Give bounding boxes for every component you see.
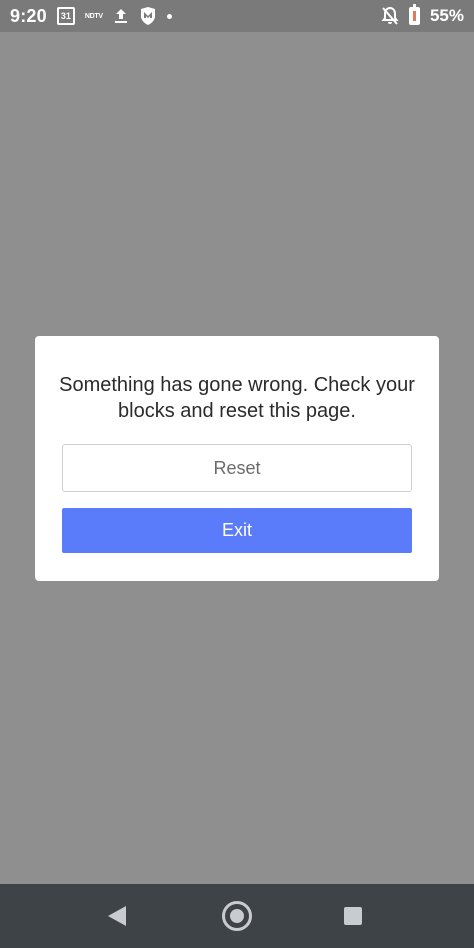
dialog-message: Something has gone wrong. Check your blo…: [59, 374, 415, 422]
upload-icon: [114, 9, 127, 23]
back-icon[interactable]: [108, 906, 126, 926]
error-dialog: Something has gone wrong. Check your blo…: [35, 336, 439, 581]
shield-icon: [140, 7, 155, 25]
status-left: 9:20 31 NDTV: [10, 6, 172, 27]
navigation-bar: [0, 884, 474, 948]
notifications-off-icon: [381, 6, 399, 25]
reset-button[interactable]: Reset: [62, 444, 412, 492]
exit-button[interactable]: Exit: [62, 508, 412, 553]
calendar-icon: 31: [56, 7, 75, 25]
status-right: 55%: [381, 4, 464, 26]
recent-apps-icon[interactable]: [344, 907, 362, 925]
battery-percent: 55%: [429, 6, 464, 25]
notification-dot-icon: [166, 13, 172, 19]
battery-icon: [408, 4, 420, 25]
home-icon[interactable]: [222, 901, 252, 931]
ndtv-icon: NDTV: [84, 12, 103, 20]
status-time: 9:20: [10, 5, 47, 26]
status-bar: 9:20 31 NDTV 55%: [0, 0, 474, 32]
